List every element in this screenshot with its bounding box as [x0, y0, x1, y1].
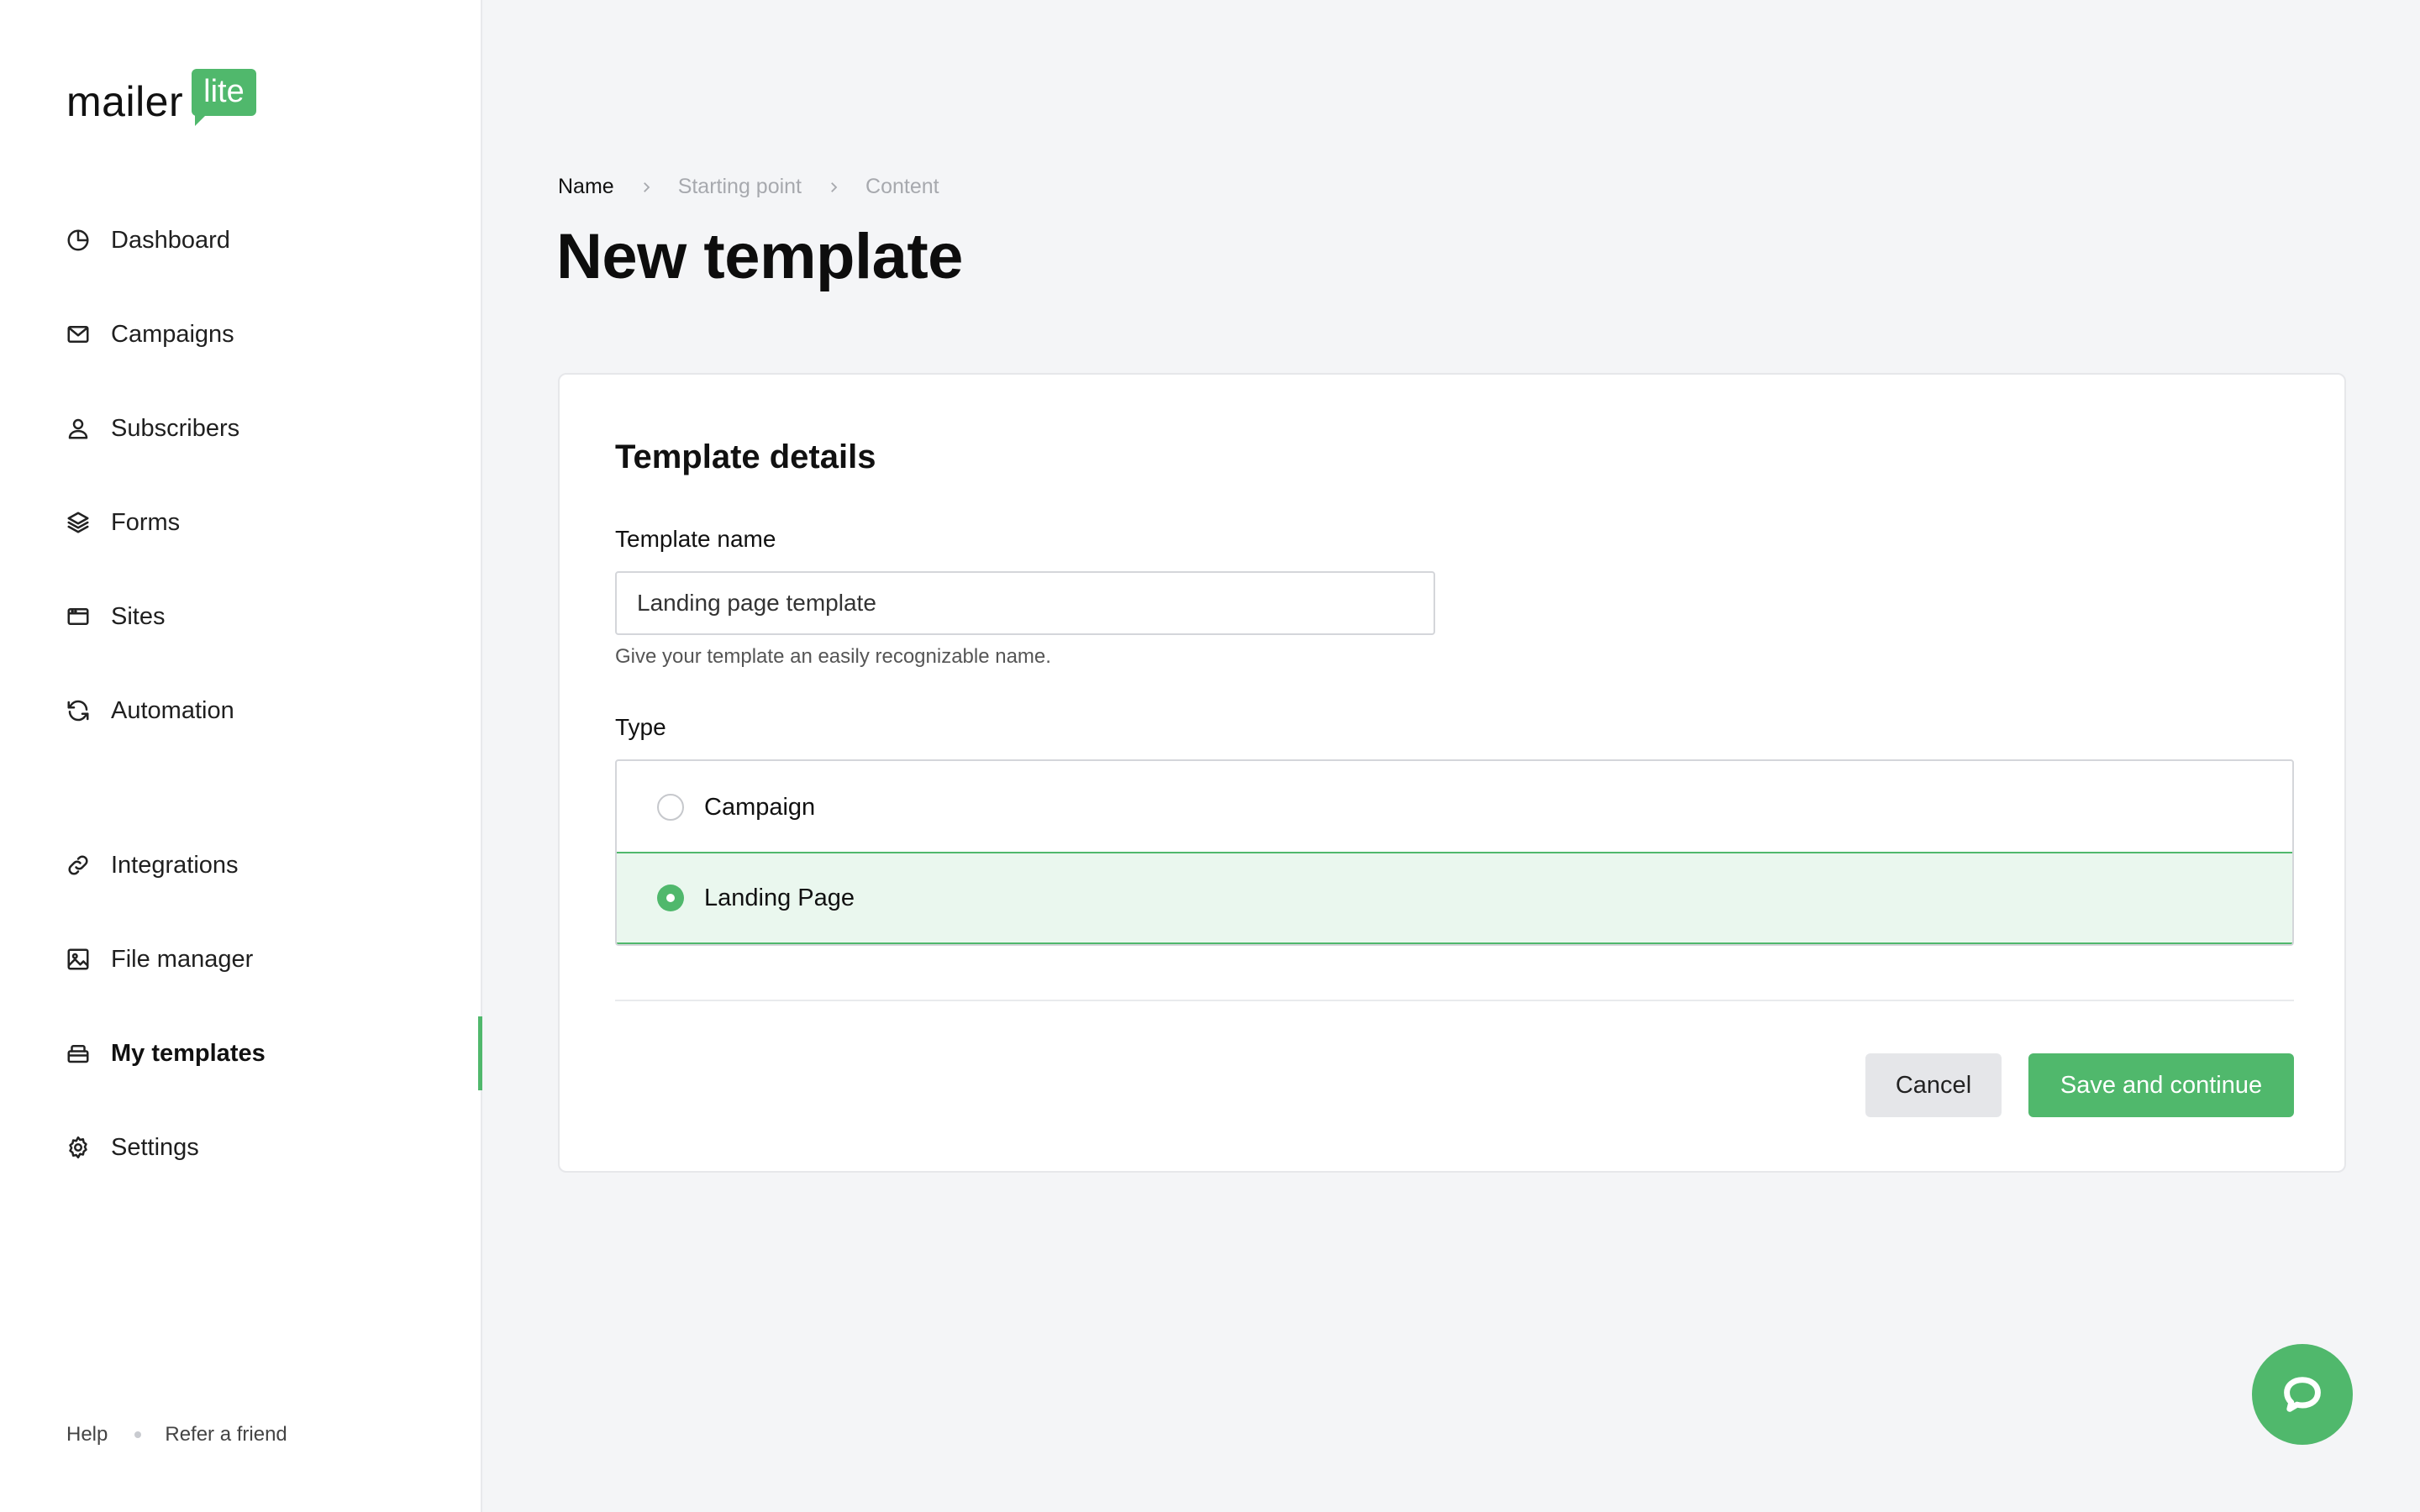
page-title: New template: [556, 221, 963, 292]
chat-button[interactable]: [2252, 1344, 2353, 1445]
breadcrumb-step-content: Content: [865, 175, 939, 198]
sidebar-item-label: Automation: [111, 696, 234, 724]
refer-a-friend-link[interactable]: Refer a friend: [165, 1423, 287, 1446]
save-and-continue-button[interactable]: Save and continue: [2028, 1053, 2294, 1117]
type-option-landing-page[interactable]: Landing Page: [617, 852, 2292, 944]
sidebar-item-subscribers[interactable]: Subscribers: [0, 396, 482, 460]
cancel-button[interactable]: Cancel: [1865, 1053, 2002, 1117]
separator-dot: [134, 1431, 142, 1438]
type-label: Type: [615, 714, 666, 740]
breadcrumb: Name Starting point Content: [558, 175, 939, 199]
layers-icon: [66, 510, 91, 535]
sidebar-item-settings[interactable]: Settings: [0, 1116, 482, 1179]
image-icon: [66, 947, 91, 972]
type-radio-group: Campaign Landing Page: [615, 759, 2294, 946]
sidebar-item-label: Campaigns: [111, 320, 234, 348]
sidebar-item-forms[interactable]: Forms: [0, 491, 482, 554]
sidebar-footer: Help Refer a friend: [66, 1423, 287, 1446]
chevron-right-icon: [823, 177, 844, 197]
user-icon: [66, 416, 91, 441]
card-title: Template details: [615, 438, 876, 475]
sidebar-item-label: Sites: [111, 602, 166, 630]
type-option-label: Campaign: [704, 793, 816, 821]
breadcrumb-step-starting-point: Starting point: [677, 175, 802, 198]
divider: [615, 1000, 2294, 1001]
logo-wordmark: mailer: [66, 78, 184, 125]
sidebar-item-my-templates[interactable]: My templates: [0, 1016, 482, 1090]
sidebar-item-label: Forms: [111, 508, 181, 536]
sidebar-item-label: File manager: [111, 945, 254, 973]
sidebar-item-automation[interactable]: Automation: [0, 679, 482, 743]
mailerlite-logo[interactable]: mailer lite: [66, 67, 256, 126]
radio-landing-page[interactable]: [657, 885, 684, 911]
sidebar-item-dashboard[interactable]: Dashboard: [0, 208, 482, 272]
gear-icon: [66, 1135, 91, 1160]
sidebar-item-file-manager[interactable]: File manager: [0, 927, 482, 991]
sidebar: mailer lite Dashboard Campaigns Subscrib…: [0, 0, 482, 1512]
breadcrumb-step-name[interactable]: Name: [558, 175, 614, 199]
browser-icon: [66, 604, 91, 629]
app-root: mailer lite Dashboard Campaigns Subscrib…: [0, 0, 2420, 1512]
sidebar-item-integrations[interactable]: Integrations: [0, 833, 482, 897]
template-name-label: Template name: [615, 526, 776, 552]
chevron-right-icon: [636, 177, 656, 197]
type-option-label: Landing Page: [704, 884, 855, 911]
refresh-icon: [66, 698, 91, 723]
dashboard-icon: [66, 228, 91, 253]
sidebar-item-label: My templates: [111, 1039, 266, 1067]
template-name-hint: Give your template an easily recognizabl…: [615, 645, 1051, 668]
template-name-input[interactable]: [615, 571, 1435, 635]
template-details-card: Template details Template name Give your…: [558, 373, 2346, 1173]
link-icon: [66, 853, 91, 878]
help-link[interactable]: Help: [66, 1423, 108, 1446]
mail-icon: [66, 322, 91, 347]
type-option-campaign[interactable]: Campaign: [617, 761, 2292, 853]
sidebar-item-sites[interactable]: Sites: [0, 585, 482, 648]
radio-campaign[interactable]: [657, 794, 684, 821]
logo-badge: lite: [192, 69, 256, 126]
sidebar-item-label: Subscribers: [111, 414, 240, 442]
template-icon: [66, 1041, 91, 1066]
chat-bubble-icon: [2281, 1373, 2324, 1416]
sidebar-item-label: Dashboard: [111, 226, 230, 254]
sidebar-item-campaigns[interactable]: Campaigns: [0, 302, 482, 366]
sidebar-item-label: Integrations: [111, 851, 239, 879]
sidebar-item-label: Settings: [111, 1133, 199, 1161]
